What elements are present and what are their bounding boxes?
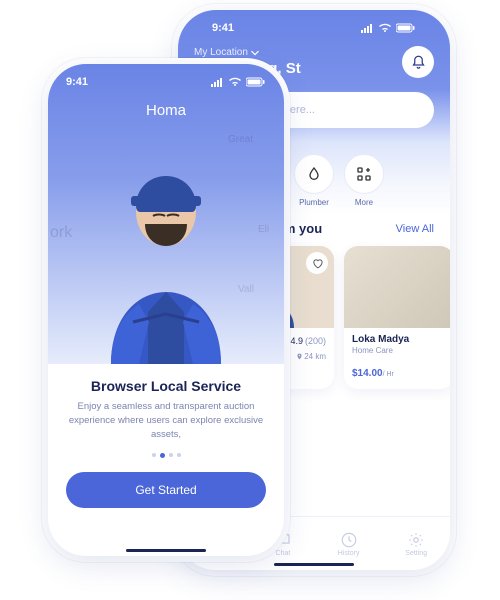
worker-illustration — [81, 154, 251, 364]
category-label: Plumber — [299, 198, 329, 207]
provider-rating: 4.9 (200) — [280, 336, 326, 346]
notifications-button[interactable] — [402, 46, 434, 78]
provider-name: Loka Madya — [352, 334, 446, 345]
heart-icon — [312, 258, 323, 269]
gear-icon — [407, 531, 425, 549]
get-started-button[interactable]: Get Started — [66, 472, 266, 508]
drop-icon — [306, 166, 322, 182]
home-indicator — [126, 549, 206, 552]
wifi-icon — [378, 23, 392, 33]
nav-setting[interactable]: Setting — [405, 531, 427, 557]
battery-icon — [396, 23, 416, 33]
provider-distance: 24 km — [296, 352, 326, 361]
status-icons — [360, 23, 416, 33]
status-bar: 9:41 — [194, 10, 434, 40]
onboarding-hero: 9:41 Homa Great ork Eli Vall — [48, 64, 284, 364]
home-indicator — [274, 563, 354, 566]
grid-plus-icon — [356, 166, 372, 182]
bell-icon — [411, 55, 426, 70]
nav-label: Chat — [276, 550, 291, 557]
chevron-down-icon — [251, 49, 259, 57]
category-label: More — [355, 198, 373, 207]
view-all-link[interactable]: View All — [396, 223, 434, 235]
onboarding-title: Browser Local Service — [66, 378, 266, 394]
dot — [169, 453, 173, 457]
provider-card[interactable]: Loka Madya Home Care $14.00/ Hr — [344, 246, 450, 389]
dot — [152, 453, 156, 457]
price-unit: / Hr — [383, 371, 394, 378]
status-time: 9:41 — [212, 22, 234, 34]
page-dots — [66, 453, 266, 458]
category-plumber[interactable]: Plumber — [294, 154, 334, 207]
favorite-button[interactable] — [306, 252, 328, 274]
onboarding-description: Enjoy a seamless and transparent auction… — [66, 400, 266, 441]
nav-history[interactable]: History — [338, 531, 360, 557]
cta-label: Get Started — [135, 483, 196, 497]
onboarding-body: Browser Local Service Enjoy a seamless a… — [48, 364, 284, 458]
location-label: My Location — [194, 47, 248, 58]
dot — [177, 453, 181, 457]
phone-onboarding-screen: 9:41 Homa Great ork Eli Vall Bro — [48, 64, 284, 556]
pin-icon — [296, 353, 303, 360]
provider-subtitle: Home Care — [352, 346, 446, 355]
signal-icon — [360, 23, 374, 33]
provider-photo — [344, 246, 450, 328]
nav-label: Setting — [405, 550, 427, 557]
provider-price: $14.00 — [352, 368, 383, 379]
dot-active — [160, 453, 165, 458]
category-more[interactable]: More — [344, 154, 384, 207]
nav-label: History — [338, 550, 360, 557]
clock-icon — [340, 531, 358, 549]
